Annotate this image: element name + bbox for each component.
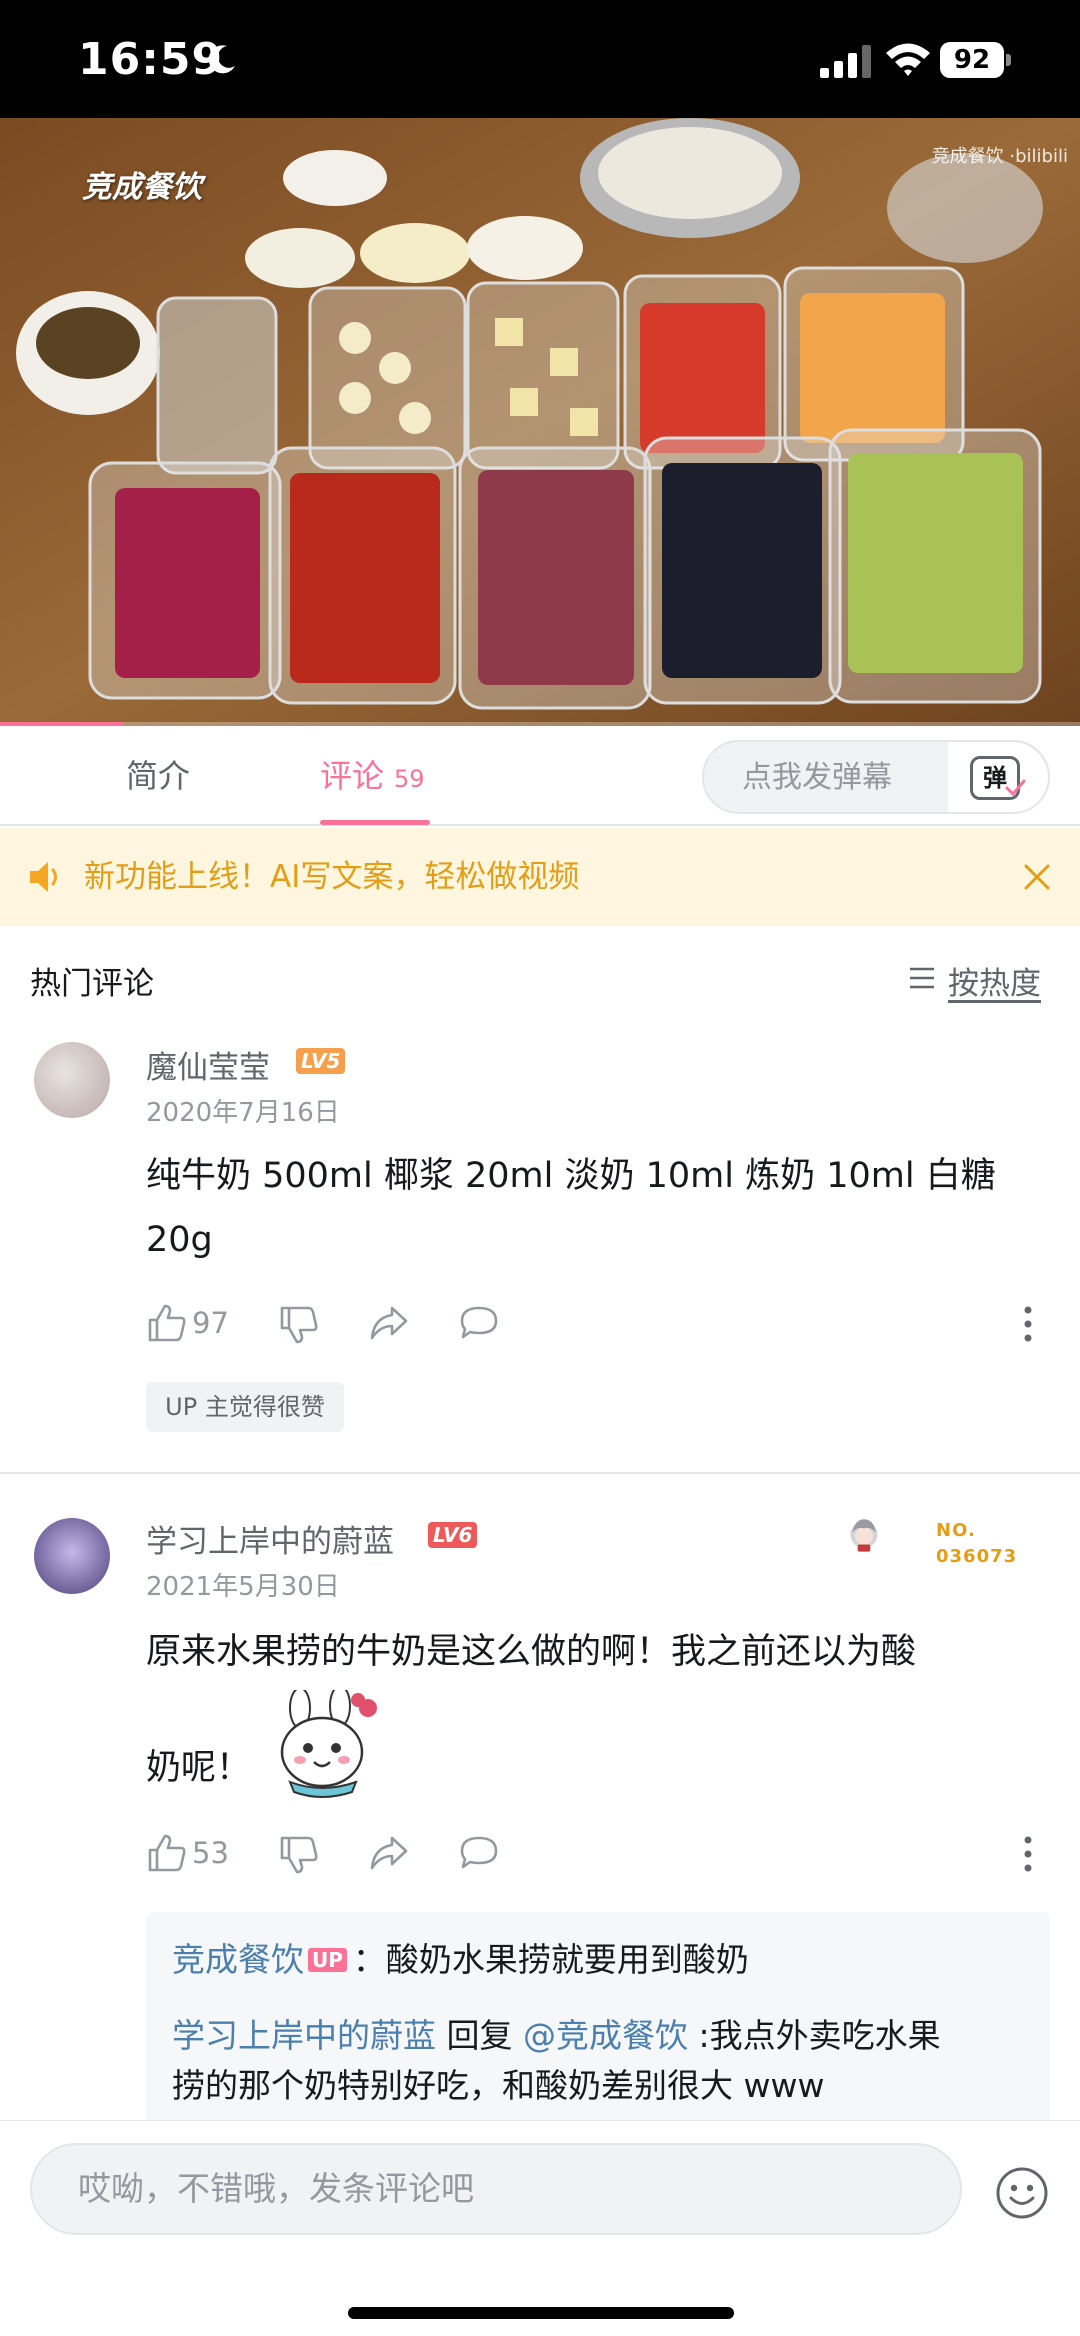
comment-text: 原来水果捞的牛奶是这么做的啊！我之前还以为酸: [146, 1632, 917, 1672]
sort-icon[interactable]: [908, 966, 936, 990]
bottom-comment-bar: 哎呦，不错哦，发条评论吧: [0, 2120, 1080, 2336]
fan-badge-no-value: 036073: [936, 1546, 1018, 1567]
level-badge: LV6: [428, 1522, 478, 1548]
moon-icon: [208, 45, 235, 74]
battery-indicator: 92: [940, 42, 1011, 78]
comment-input-placeholder: 哎呦，不错哦，发条评论吧: [78, 2169, 474, 2208]
comment-username[interactable]: 学习上岸中的蔚蓝: [146, 1516, 394, 1561]
comment-date: 2021年5月30日: [146, 1572, 340, 1602]
video-watermark: 竞成餐饮: [82, 170, 202, 205]
sort-by-heat-button[interactable]: 按热度: [948, 958, 1041, 1003]
tab-comments[interactable]: 评论 59: [320, 726, 425, 826]
reply-text-cont: 捞的那个奶特别好吃，和酸奶差别很大 www: [172, 2066, 825, 2105]
video-player[interactable]: 竞成餐饮 竞成餐饮 ·bilibili: [0, 118, 1080, 726]
emoji-icon[interactable]: [994, 2165, 1050, 2221]
tab-comments-label: 评论: [320, 757, 385, 795]
notice-banner[interactable]: 新功能上线！AI写文案，轻松做视频: [0, 828, 1080, 926]
reply-mention[interactable]: @竞成餐饮: [523, 2016, 688, 2055]
video-corner-logo: 竞成餐饮 ·bilibili: [931, 146, 1068, 167]
home-indicator[interactable]: [348, 2307, 734, 2319]
tab-bar: 简介 评论 59 点我发弹幕 弹: [0, 726, 1080, 826]
reply-item[interactable]: 学习上岸中的蔚蓝 回复 @竞成餐饮 :我点外卖吃水果: [172, 2010, 1032, 2062]
avatar[interactable]: [34, 1042, 110, 1118]
danmaku-toggle-button[interactable]: 弹: [948, 742, 1048, 812]
notice-text: 新功能上线！AI写文案，轻松做视频: [84, 859, 580, 895]
share-icon[interactable]: [368, 1302, 410, 1344]
comment-input[interactable]: 哎呦，不错哦，发条评论吧: [30, 2143, 962, 2235]
like-icon[interactable]: [146, 1302, 188, 1344]
danmaku-placeholder: 点我发弹幕: [742, 760, 892, 795]
dislike-icon[interactable]: [278, 1834, 320, 1876]
up-liked-tag: UP 主觉得很赞: [146, 1382, 344, 1432]
share-icon[interactable]: [368, 1832, 410, 1874]
danmaku-input[interactable]: 点我发弹幕 弹: [702, 740, 1050, 814]
avatar[interactable]: [34, 1518, 110, 1594]
fan-badge-no-label: NO.: [936, 1520, 976, 1541]
close-icon[interactable]: [1022, 862, 1052, 892]
tab-intro[interactable]: 简介: [126, 726, 190, 826]
tab-comments-count: 59: [394, 765, 425, 793]
reply-icon[interactable]: [458, 1832, 500, 1874]
up-badge: UP: [308, 1948, 347, 1972]
danmaku-check-icon: [1005, 779, 1026, 797]
reply-username[interactable]: 学习上岸中的蔚蓝: [172, 2016, 436, 2055]
level-badge: LV5: [296, 1048, 346, 1074]
more-icon[interactable]: [1022, 1834, 1034, 1874]
fan-badge-number: NO. 036073: [936, 1518, 1017, 1570]
battery-tip: [1006, 54, 1011, 66]
reply-box[interactable]: 竞成餐饮 UP ：酸奶水果捞就要用到酸奶 学习上岸中的蔚蓝 回复 @竞成餐饮 :我点…: [146, 1912, 1050, 2152]
reply-item[interactable]: 竞成餐饮 UP ：酸奶水果捞就要用到酸奶: [172, 1934, 1032, 1986]
tab-active-indicator: [320, 820, 430, 825]
hot-comments-title: 热门评论: [30, 966, 154, 1002]
comment-text: 纯牛奶 500ml 椰浆 20ml 淡奶 10ml 炼奶 10ml 白糖 20g: [146, 1156, 996, 1260]
speaker-icon: [30, 862, 57, 892]
battery-level: 92: [940, 42, 1004, 78]
more-icon[interactable]: [1022, 1304, 1034, 1344]
bunny-sticker-icon: [280, 1690, 377, 1798]
video-frame: [0, 118, 1080, 726]
wifi-icon: [886, 43, 930, 76]
status-bar: 16:59 92: [0, 0, 1080, 118]
reply-username[interactable]: 竞成餐饮: [172, 1940, 304, 1979]
reply-icon[interactable]: [458, 1302, 500, 1344]
dislike-icon[interactable]: [278, 1304, 320, 1346]
comment-date: 2020年7月16日: [146, 1098, 340, 1128]
reply-text: ：酸奶水果捞就要用到酸奶: [352, 1940, 749, 1979]
comment-username[interactable]: 魔仙莹莹: [146, 1042, 270, 1087]
reply-text: :我点外卖吃水果: [687, 2016, 941, 2055]
comment-divider: [0, 1472, 1080, 1474]
like-icon[interactable]: [146, 1832, 188, 1874]
like-count: 97: [192, 1306, 229, 1340]
reply-word: 回复: [436, 2016, 523, 2055]
fan-badge-character-icon: [850, 1519, 878, 1552]
status-time: 16:59: [78, 34, 224, 85]
like-count: 53: [192, 1836, 229, 1870]
signal-icon: [820, 45, 871, 78]
